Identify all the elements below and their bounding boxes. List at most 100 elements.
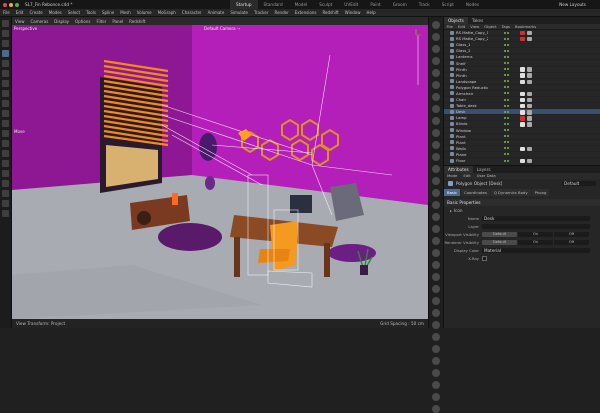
editor-visibility-dot[interactable] — [504, 31, 506, 34]
objects-menu-bookmarks[interactable]: Bookmarks — [513, 24, 539, 29]
camera-icon[interactable] — [432, 93, 440, 101]
attributes-menu-user-data[interactable]: User Data — [474, 173, 499, 179]
objects-menu-file[interactable]: File — [444, 24, 455, 29]
undo-icon[interactable] — [2, 20, 9, 27]
render-visibility-dot[interactable] — [507, 141, 509, 144]
visibility-dots[interactable] — [504, 37, 509, 40]
preset-dropdown[interactable]: Default — [562, 180, 596, 187]
visibility-dots[interactable] — [504, 86, 509, 89]
visibility-dots[interactable] — [504, 147, 509, 150]
minimize-window-button[interactable] — [9, 2, 13, 7]
field-icon[interactable] — [432, 69, 440, 77]
menu-tools[interactable]: Tools — [83, 10, 99, 15]
material-tag-icon[interactable] — [527, 103, 532, 109]
object-tag-icon[interactable] — [520, 30, 525, 36]
visibility-option-off[interactable]: Off — [554, 231, 589, 238]
editor-visibility-dot[interactable] — [504, 147, 506, 150]
view-icon[interactable] — [432, 393, 440, 401]
visibility-dots[interactable] — [504, 43, 509, 46]
content-browser-icon[interactable] — [432, 165, 440, 173]
attributes-tab-attributes[interactable]: Attributes — [444, 166, 473, 173]
material-tag-icon[interactable] — [527, 116, 532, 121]
live-select-icon[interactable] — [2, 80, 9, 87]
editor-visibility-dot[interactable] — [504, 153, 506, 156]
objects-menu-object[interactable]: Object — [482, 24, 499, 29]
visibility-option-off[interactable]: Off — [554, 239, 589, 246]
layout-tab-uvedit[interactable]: UVEdit — [338, 0, 364, 9]
sub-tab-basic[interactable]: Basic — [444, 189, 461, 196]
grid-icon[interactable] — [2, 180, 9, 187]
render-visibility-dot[interactable] — [507, 62, 509, 65]
layout-tab-track[interactable]: Track — [413, 0, 436, 9]
menu-file[interactable]: File — [0, 10, 13, 15]
visibility-dots[interactable] — [504, 49, 509, 52]
settings-icon[interactable] — [432, 345, 440, 353]
object-tag-icon[interactable] — [520, 67, 525, 72]
editor-visibility-dot[interactable] — [504, 98, 506, 101]
menu-modes[interactable]: Modes — [46, 10, 65, 15]
editor-visibility-dot[interactable] — [504, 68, 506, 71]
xray-checkbox[interactable] — [482, 256, 487, 261]
visibility-dots[interactable] — [504, 153, 509, 156]
render-visibility-dot[interactable] — [507, 147, 509, 150]
menu-select[interactable]: Select — [65, 10, 83, 15]
render-visibility-dot[interactable] — [507, 104, 509, 107]
layout-tab-paint[interactable]: Paint — [364, 0, 386, 9]
object-tag-icon[interactable] — [520, 158, 525, 163]
render-visibility-dot[interactable] — [507, 49, 509, 52]
editor-visibility-dot[interactable] — [504, 159, 506, 162]
extrude-icon[interactable] — [2, 120, 9, 127]
picture-viewer-icon[interactable] — [432, 261, 440, 269]
viewport-camera-label[interactable]: Default Camera ·∘ — [204, 26, 241, 31]
menu-redshift[interactable]: Redshift — [319, 10, 341, 15]
axis-icon[interactable] — [2, 170, 9, 177]
help-icon[interactable] — [432, 225, 440, 233]
menu-mesh[interactable]: Mesh — [117, 10, 134, 15]
visibility-option-on[interactable]: On — [518, 231, 553, 238]
pen-icon[interactable] — [2, 100, 9, 107]
viewport-menu-options[interactable]: Options — [72, 19, 93, 24]
render-settings-icon[interactable] — [432, 153, 440, 161]
editor-visibility-dot[interactable] — [504, 74, 506, 77]
object-tag-icon[interactable] — [520, 103, 525, 109]
material-tag-icon[interactable] — [527, 67, 532, 72]
render-visibility-dot[interactable] — [507, 92, 509, 95]
visibility-dots[interactable] — [504, 98, 509, 101]
sub-tab-phong[interactable]: Phong — [531, 189, 550, 196]
layer-icon[interactable] — [432, 177, 440, 185]
material-tag-icon[interactable] — [527, 158, 532, 163]
cube-primitive-icon[interactable] — [432, 21, 440, 29]
redshift-icon[interactable] — [432, 249, 440, 257]
object-tag-icon[interactable] — [520, 91, 525, 97]
object-tag-icon[interactable] — [520, 122, 525, 127]
render-visibility-dot[interactable] — [507, 86, 509, 89]
object-tag-icon[interactable] — [520, 110, 525, 115]
brush-icon[interactable] — [2, 130, 9, 137]
editor-visibility-dot[interactable] — [504, 62, 506, 65]
menu-tracker[interactable]: Tracker — [251, 10, 271, 15]
editor-visibility-dot[interactable] — [504, 55, 506, 58]
layout-tab-model[interactable]: Model — [289, 0, 314, 9]
object-row-floor-21[interactable]: Floor — [444, 158, 600, 163]
editor-visibility-dot[interactable] — [504, 49, 506, 52]
render-visibility-dot[interactable] — [507, 159, 509, 162]
layout-tab-sculpt[interactable]: Sculpt — [313, 0, 338, 9]
layout-tab-nodes[interactable]: Nodes — [460, 0, 485, 9]
layout-tab-standard[interactable]: Standard — [258, 0, 289, 9]
viewport-menu-filter[interactable]: Filter — [93, 19, 109, 24]
visibility-dots[interactable] — [504, 141, 509, 144]
move-icon[interactable] — [2, 50, 9, 57]
menu-volume[interactable]: Volume — [134, 10, 155, 15]
material-tag-icon[interactable] — [527, 146, 532, 152]
console-icon[interactable] — [432, 237, 440, 245]
menu-window[interactable]: Window — [342, 10, 364, 15]
visibility-dots[interactable] — [504, 129, 509, 132]
editor-visibility-dot[interactable] — [504, 86, 506, 89]
render-visibility-dot[interactable] — [507, 43, 509, 46]
attributes-menu-mode[interactable]: Mode — [444, 173, 460, 179]
cube-icon[interactable] — [2, 90, 9, 97]
animation-icon[interactable] — [432, 297, 440, 305]
material-tag-icon[interactable] — [527, 30, 532, 36]
sub-tab-coordinates[interactable]: Coordinates — [461, 189, 490, 196]
render-visibility-dot[interactable] — [507, 55, 509, 58]
